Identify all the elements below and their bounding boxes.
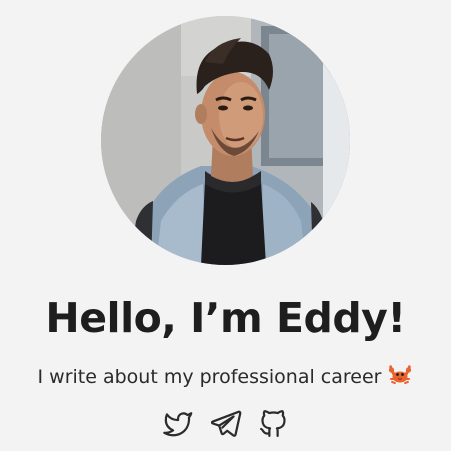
github-link[interactable] (257, 407, 290, 440)
github-icon (260, 410, 286, 437)
telegram-icon (210, 410, 242, 437)
social-links (0, 407, 451, 440)
twitter-icon (163, 412, 193, 437)
telegram-link[interactable] (209, 407, 242, 440)
crab-icon (387, 363, 413, 389)
profile-photo (101, 16, 350, 265)
tagline-text: I write about my professional career (37, 366, 382, 388)
profile-card: Hello, I’m Eddy! I write about my profes… (0, 0, 451, 451)
twitter-link[interactable] (161, 407, 194, 440)
tagline: I write about my professional career (0, 362, 451, 392)
avatar (101, 16, 350, 265)
page-title: Hello, I’m Eddy! (45, 294, 406, 342)
